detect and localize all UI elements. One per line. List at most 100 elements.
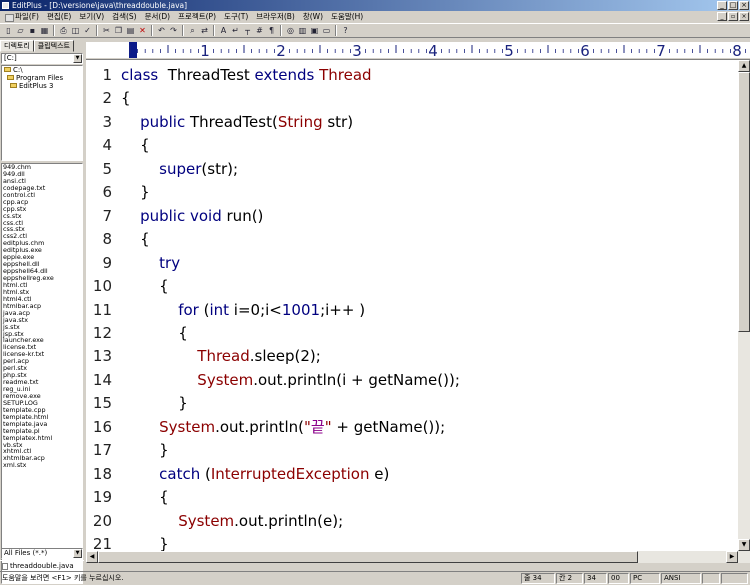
- delete-icon[interactable]: ✕: [137, 25, 148, 36]
- vertical-scroll-thumb[interactable]: [738, 72, 750, 332]
- scroll-left-icon[interactable]: ◀: [86, 551, 98, 563]
- save-all-icon[interactable]: ▦: [39, 25, 50, 36]
- menu-item[interactable]: 문서(D): [141, 11, 174, 23]
- open-folder-icon[interactable]: ▱: [15, 25, 26, 36]
- tab-directory[interactable]: 디렉토리: [0, 40, 34, 52]
- line-number: 9: [102, 253, 112, 272]
- replace-icon[interactable]: ⇄: [199, 25, 210, 36]
- line-number: 8: [102, 230, 112, 249]
- font-icon[interactable]: A: [218, 25, 229, 36]
- folder-tree: C:\ Program Files EditPlus 3: [1, 65, 83, 161]
- menu-item[interactable]: 프로젝트(P): [174, 11, 220, 23]
- code-text: public void run(): [121, 205, 263, 229]
- ruler-label: 4: [428, 42, 438, 60]
- print-icon[interactable]: ⎙: [58, 25, 69, 36]
- doc-restore-button[interactable]: ▫: [728, 12, 738, 21]
- line-number: 14: [92, 370, 112, 389]
- vertical-scrollbar[interactable]: ▲ ▼: [738, 60, 750, 551]
- status-bar: 도움말을 보려면 <F1> 키를 누르십시오. 줄 34 칸 2 34 00 P…: [0, 571, 750, 585]
- redo-icon[interactable]: ↷: [168, 25, 179, 36]
- line-number-icon[interactable]: #: [254, 25, 265, 36]
- tab-cliptext[interactable]: 클립텍스트: [33, 40, 74, 52]
- doc-close-button[interactable]: ×: [739, 12, 749, 21]
- code-token: ThreadTest: [158, 66, 255, 84]
- minimize-button[interactable]: _: [717, 1, 727, 10]
- output-icon[interactable]: ▭: [321, 25, 332, 36]
- code-editor[interactable]: 1 class ThreadTest extends Thread 2 {3 publ…: [86, 60, 738, 551]
- panel-tabs: 디렉토리 클립텍스트: [0, 40, 74, 52]
- line-number: 19: [92, 488, 112, 507]
- new-file-icon[interactable]: ▯: [3, 25, 14, 36]
- file-filter-select[interactable]: All Files (*.*) ▼: [1, 548, 83, 559]
- close-button[interactable]: ×: [739, 1, 749, 10]
- menu-item[interactable]: 검색(S): [108, 11, 140, 23]
- chevron-down-icon[interactable]: ▼: [73, 549, 82, 558]
- line-number: 20: [92, 511, 112, 530]
- menu-item[interactable]: 창(W): [299, 11, 327, 23]
- menu-item[interactable]: 편집(E): [43, 11, 75, 23]
- code-token: }: [121, 441, 169, 460]
- paste-icon[interactable]: ▤: [125, 25, 136, 36]
- status-hint: 도움말을 보려면 <F1> 키를 누르십시오.: [2, 574, 124, 582]
- line-number: 13: [92, 347, 112, 366]
- print-preview-icon[interactable]: ◫: [70, 25, 81, 36]
- horizontal-scroll-thumb[interactable]: [98, 551, 638, 563]
- spell-check-icon[interactable]: ✓: [82, 25, 93, 36]
- line-number: 17: [92, 441, 112, 460]
- editplus-window: EditPlus - [D:\versione\java\threaddoubl…: [0, 0, 750, 585]
- menu-item[interactable]: 도구(T): [220, 11, 252, 23]
- browser-icon[interactable]: ◎: [285, 25, 296, 36]
- drive-select-value: [C:]: [4, 54, 17, 62]
- menu-item[interactable]: 브라우저(B): [252, 11, 299, 23]
- menu-item[interactable]: 파일(F): [3, 11, 43, 23]
- file-list-item[interactable]: xml.stx: [3, 462, 82, 469]
- menu-item[interactable]: 보기(V): [75, 11, 108, 23]
- code-text: System.out.println(e);: [121, 510, 343, 534]
- tree-item[interactable]: C:\: [2, 66, 82, 74]
- code-token: try: [159, 253, 181, 272]
- find-icon[interactable]: ⌕: [187, 25, 198, 36]
- folder-icon: [4, 67, 11, 72]
- doc-minimize-button[interactable]: _: [717, 12, 727, 21]
- code-token: System: [197, 370, 254, 389]
- title-bar[interactable]: EditPlus - [D:\versione\java\threaddoubl…: [0, 0, 750, 11]
- menu-item[interactable]: 도움말(H): [327, 11, 367, 23]
- ruler-label: 1: [200, 42, 210, 60]
- code-token: ": [324, 417, 332, 436]
- drive-select[interactable]: [C:] ▼: [1, 53, 83, 64]
- undo-icon[interactable]: ↶: [156, 25, 167, 36]
- word-wrap-icon[interactable]: ↵: [230, 25, 241, 36]
- whitespace-icon[interactable]: ¶: [266, 25, 277, 36]
- scroll-up-icon[interactable]: ▲: [738, 60, 750, 72]
- scroll-right-icon[interactable]: ▶: [726, 551, 738, 563]
- code-text: for (int i=0;i<1001;i++ ): [121, 299, 365, 323]
- line-number: 21: [92, 535, 112, 551]
- line-number: 11: [92, 300, 112, 319]
- tree-item[interactable]: EditPlus 3: [2, 82, 82, 90]
- save-icon[interactable]: ▪: [27, 25, 38, 36]
- ruler-icon[interactable]: ┬: [242, 25, 253, 36]
- maximize-button[interactable]: □: [728, 1, 738, 10]
- document-tab[interactable]: threaddouble.java: [0, 560, 84, 571]
- code-token: i=0;i<: [229, 300, 282, 319]
- code-token: (str);: [201, 159, 239, 178]
- toolbar: ▯ ▱ ▪ ▦ ⎙ ◫ ✓ ✂ ❐ ▤ ✕ ↶ ↷ ⌕ ⇄ A ↵ ┬ # ¶ …: [0, 23, 750, 38]
- copy-icon[interactable]: ❐: [113, 25, 124, 36]
- horizontal-scrollbar[interactable]: ◀ ▶: [86, 551, 750, 563]
- scroll-down-icon[interactable]: ▼: [738, 539, 750, 551]
- cliptext-icon[interactable]: ▥: [297, 25, 308, 36]
- tree-item[interactable]: Program Files: [2, 74, 82, 82]
- code-text: }: [121, 439, 169, 463]
- code-token: .sleep(2);: [249, 347, 321, 366]
- code-token: ;i++ ): [320, 300, 366, 319]
- cut-icon[interactable]: ✂: [101, 25, 112, 36]
- directory-icon[interactable]: ▣: [309, 25, 320, 36]
- chevron-down-icon[interactable]: ▼: [73, 54, 82, 63]
- toolbar-separator: [182, 25, 184, 36]
- help-icon[interactable]: ?: [340, 25, 351, 36]
- code-token: {: [121, 89, 131, 108]
